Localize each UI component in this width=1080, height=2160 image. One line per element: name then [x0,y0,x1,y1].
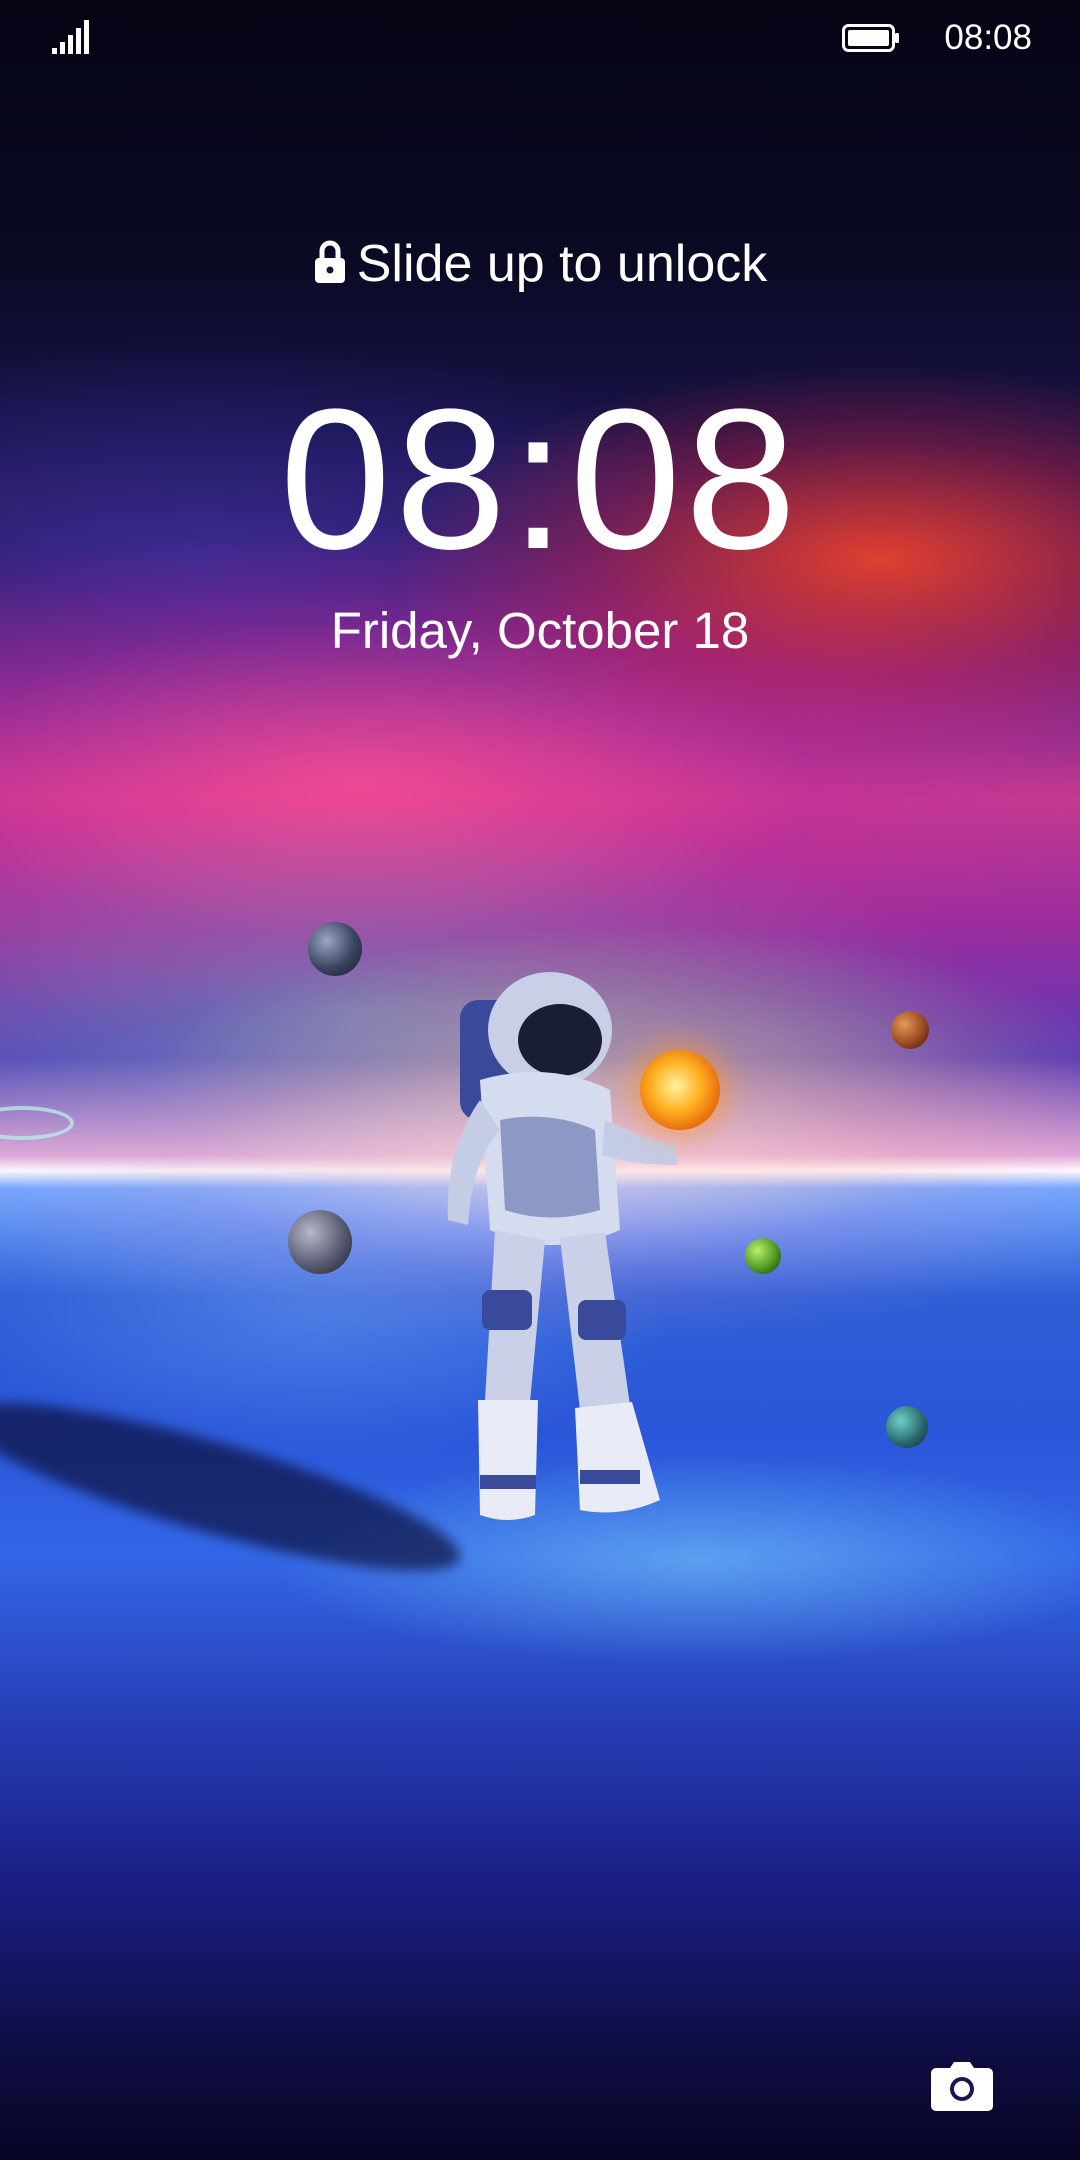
camera-icon[interactable] [930,2060,994,2112]
ringed-planet [0,1106,74,1140]
wallpaper-planet [308,922,362,976]
cellular-signal-icon [52,20,89,54]
astronaut-figure [447,972,678,1520]
wallpaper-planet [886,1406,928,1448]
wallpaper-planet [288,1210,352,1274]
glowing-sun-orb [640,1050,720,1130]
lockscreen-date: Friday, October 18 [330,602,750,659]
wallpaper-planet [745,1238,781,1274]
status-bar: 08:08 [0,0,1080,72]
status-bar-time: 08:08 [944,18,1032,57]
unlock-hint: Slide up to unlock [0,234,1080,294]
lock-screen[interactable]: 08:08 Slide up to unlock 08:08 Friday, O… [0,0,1080,2160]
battery-icon [842,24,899,52]
lockscreen-clock: 08:08 [279,368,801,591]
wallpaper-planet [891,1011,929,1049]
unlock-hint-text: Slide up to unlock [356,235,768,293]
lock-icon [314,240,345,283]
